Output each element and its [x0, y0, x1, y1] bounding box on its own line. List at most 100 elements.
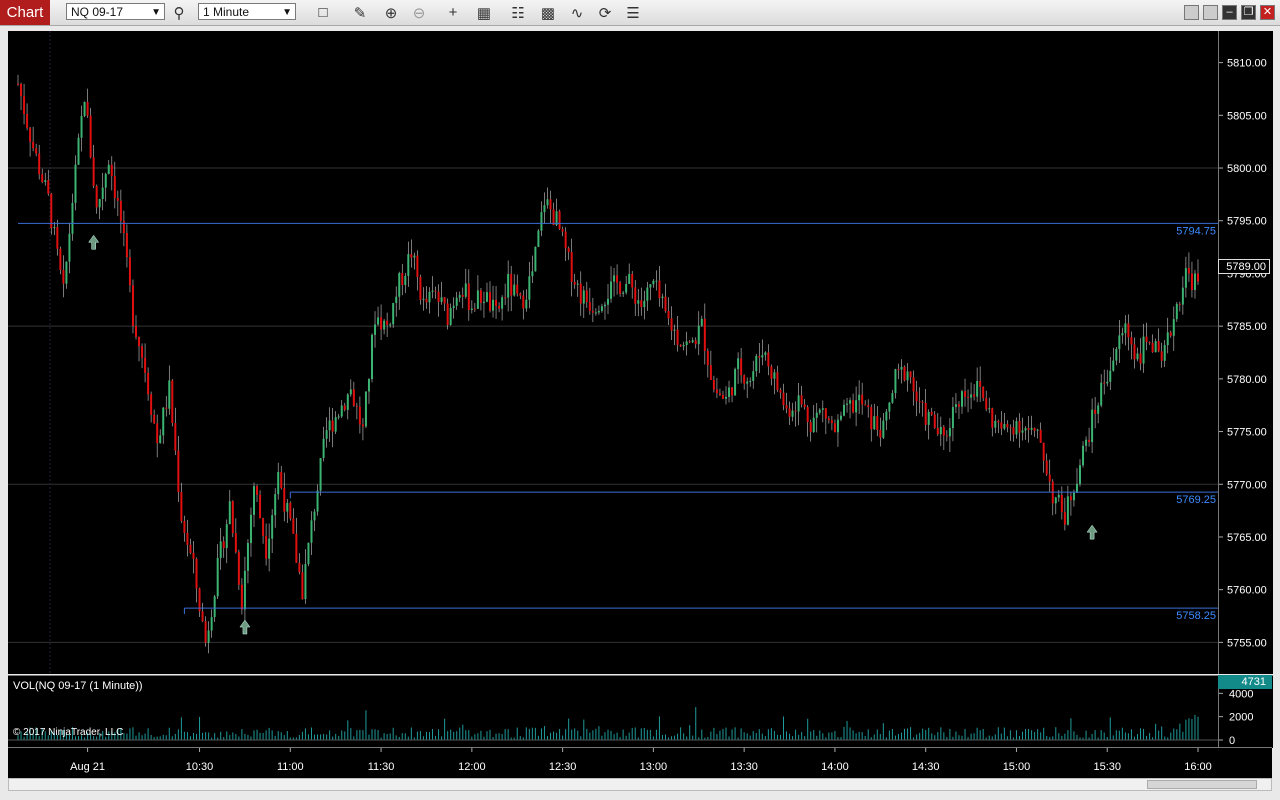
candle-body: [519, 293, 522, 296]
zoom-out-icon[interactable]: ⊖: [409, 3, 429, 22]
candle-body: [292, 518, 295, 534]
candle-body: [631, 273, 634, 288]
price-axis[interactable]: 5810.005805.005800.005795.005790.005785.…: [1218, 31, 1273, 674]
bar-spacing-icon[interactable]: ☷: [508, 3, 528, 22]
candle-body: [921, 401, 924, 403]
candle-body: [1136, 353, 1139, 360]
candle-body: [479, 290, 482, 303]
candle-body: [691, 340, 694, 343]
close-icon[interactable]: ✕: [1260, 5, 1275, 20]
candle-body: [153, 414, 156, 424]
time-axis[interactable]: Aug 21 10:30 11:00 11:30 12:00 12:30 13:00 13:3…: [8, 747, 1272, 778]
candle-body: [552, 209, 555, 226]
candle-body: [1006, 423, 1009, 428]
candle-body: [846, 403, 849, 405]
crosshair-icon[interactable]: +: [443, 3, 463, 22]
search-icon[interactable]: ⚲: [169, 3, 189, 22]
minimize-icon[interactable]: –: [1222, 5, 1237, 20]
time-tick-label: 13:30: [730, 761, 758, 773]
candle-body: [1069, 496, 1072, 501]
candle-body: [622, 292, 625, 294]
candle-body: [216, 557, 219, 597]
candle-body: [392, 302, 395, 325]
scrollbar-thumb[interactable]: [1147, 780, 1257, 789]
candle-body: [1097, 405, 1100, 414]
price-tick-label: 5800.00: [1227, 163, 1267, 175]
restore-icon[interactable]: ❐: [1241, 5, 1256, 20]
candle-body: [425, 298, 428, 303]
candle-body: [797, 395, 800, 412]
list-icon[interactable]: ☰: [623, 3, 643, 22]
candle-body: [800, 395, 803, 405]
candle-body: [422, 298, 425, 300]
candle-body: [1124, 323, 1127, 334]
data-box-icon[interactable]: ▦: [474, 3, 494, 22]
restore-icon[interactable]: [1203, 5, 1218, 20]
candle-body: [80, 116, 83, 138]
candle-body: [259, 494, 262, 519]
horizontal-scrollbar[interactable]: [8, 778, 1272, 791]
candle-body: [349, 389, 352, 395]
candle-body: [912, 377, 915, 392]
interval-select[interactable]: 1 Minute ▼: [198, 3, 296, 20]
candle-body: [652, 280, 655, 285]
indicators-icon[interactable]: ∿: [567, 3, 587, 22]
candle-body: [377, 317, 380, 325]
minimize-icon[interactable]: [1184, 5, 1199, 20]
time-tick-label: 15:00: [1003, 761, 1031, 773]
candle-body: [712, 380, 715, 390]
volume-tick-label: 0: [1229, 735, 1235, 747]
candle-body: [546, 199, 549, 206]
instrument-value: NQ 09-17: [71, 5, 124, 19]
candle-body: [395, 296, 398, 303]
candle-body: [967, 396, 970, 398]
candle-body: [283, 488, 286, 512]
candle-body: [510, 273, 513, 296]
volume-panel[interactable]: VOL(NQ 09-17 (1 Minute)) © 2017 NinjaTra…: [8, 675, 1218, 748]
candle-body: [32, 141, 35, 149]
candle-body: [761, 355, 764, 358]
candle-body: [1036, 429, 1039, 431]
square-icon[interactable]: □: [313, 3, 333, 22]
candle-body: [413, 255, 416, 258]
refresh-icon[interactable]: ⟳: [595, 3, 615, 22]
candle-body: [416, 255, 419, 277]
instrument-select[interactable]: NQ 09-17 ▼: [66, 3, 165, 20]
strategies-icon[interactable]: ▩: [538, 3, 558, 22]
candle-body: [398, 273, 401, 297]
candle-body: [682, 345, 685, 347]
candle-body: [776, 372, 779, 390]
last-price-label: 5789.00: [1218, 259, 1270, 274]
time-tick-label: 13:00: [640, 761, 668, 773]
candle-body: [83, 101, 86, 117]
candle-body: [734, 369, 737, 396]
candle-body: [301, 572, 304, 600]
candle-body: [135, 326, 137, 337]
zoom-in-icon[interactable]: ⊕: [381, 3, 401, 22]
candle-body: [858, 394, 861, 401]
candle-body: [501, 297, 504, 309]
candle-body: [791, 410, 794, 417]
candle-body: [65, 261, 68, 284]
candle-body: [268, 538, 271, 559]
candle-body: [1094, 409, 1097, 414]
candle-body: [440, 297, 443, 302]
candle-body: [443, 297, 446, 304]
candle-body: [1190, 273, 1193, 290]
candle-body: [177, 450, 180, 493]
pencil-icon[interactable]: ✎: [350, 3, 370, 22]
candle-body: [277, 472, 280, 495]
candle-body: [1151, 342, 1154, 353]
candle-body: [1024, 428, 1027, 431]
candle-body: [1172, 319, 1175, 336]
price-chart[interactable]: 5794.75 5769.25 5758.25: [8, 31, 1218, 674]
chart-tab[interactable]: Chart: [0, 0, 50, 25]
candle-body: [101, 187, 104, 199]
candle-body: [492, 299, 495, 311]
candle-body: [113, 176, 116, 198]
candle-body: [582, 290, 585, 304]
candle-body: [779, 389, 782, 393]
candle-body: [47, 180, 50, 194]
candle-body: [62, 269, 65, 284]
time-axis-svg: Aug 21 10:30 11:00 11:30 12:00 12:30 13:00 13:3…: [70, 748, 1212, 773]
